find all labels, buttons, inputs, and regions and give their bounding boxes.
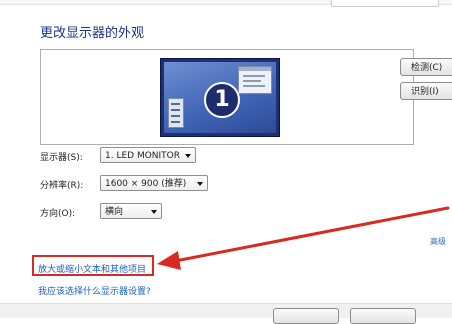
ok-button[interactable] xyxy=(273,308,339,324)
annotation-arrow-icon xyxy=(157,206,450,270)
cancel-button[interactable] xyxy=(350,308,416,324)
dialog-footer xyxy=(0,303,452,324)
